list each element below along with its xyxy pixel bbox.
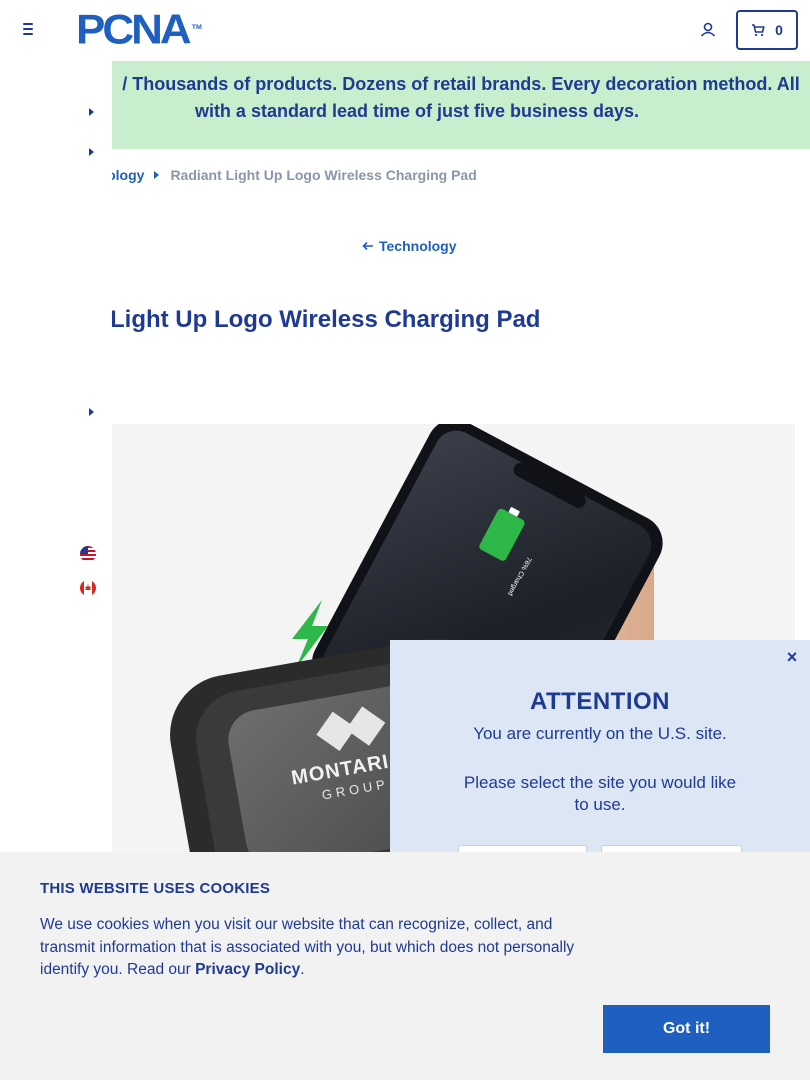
back-link-label: Technology [379, 238, 457, 254]
close-icon[interactable]: × [784, 648, 800, 666]
us-flag-icon[interactable] [80, 546, 96, 562]
page: 76% Charged MONTARI GROUP PCNA TM 0 / Th… [0, 0, 810, 1080]
canada-flag-icon[interactable] [80, 580, 96, 596]
cookie-suffix: . [300, 961, 305, 978]
cookie-title: THIS WEBSITE USES COOKIES [40, 880, 271, 897]
caret-right-icon[interactable] [88, 107, 96, 117]
site-header: PCNA TM 0 [0, 0, 810, 60]
breadcrumb-current: Radiant Light Up Logo Wireless Charging … [170, 167, 477, 183]
banner-line-2-text: with a standard lead time of just five b… [194, 101, 640, 121]
privacy-policy-link[interactable]: Privacy Policy [195, 961, 300, 978]
logo-text: PCNA [76, 6, 192, 53]
account-icon[interactable] [698, 20, 718, 40]
cookie-text: We use cookies when you visit our websit… [40, 914, 600, 982]
modal-current-site-text: You are currently on the U.S. site. [473, 724, 727, 743]
logo-trademark: TM [191, 24, 202, 31]
caret-right-icon[interactable] [88, 407, 96, 417]
banner-line-1: / Thousands of products. Dozens of retai… [122, 74, 800, 94]
site-select-modal: × ATTENTION You are currently on the U.S… [390, 640, 810, 885]
caret-right-icon[interactable] [88, 147, 96, 157]
breadcrumb: nnology Radiant Light Up Logo Wireless C… [90, 166, 477, 184]
banner-line-2: with a standard lead time of just five b… [112, 98, 810, 125]
cart-button[interactable]: 0 [736, 10, 798, 50]
cookie-banner: THIS WEBSITE USES COOKIES We use cookies… [0, 852, 810, 1080]
cart-count: 0 [775, 22, 783, 38]
modal-select-site-text: Please select the site you would like to… [463, 773, 737, 814]
promo-banner: / Thousands of products. Dozens of retai… [112, 61, 810, 149]
product-title: Light Up Logo Wireless Charging Pad [110, 306, 541, 333]
menu-icon[interactable] [18, 20, 38, 40]
back-to-category-link[interactable]: Technology [362, 238, 457, 254]
got-it-button[interactable]: Got it! [603, 1005, 770, 1053]
breadcrumb-caret-icon [154, 171, 160, 179]
cart-icon [752, 24, 765, 37]
pcna-logo[interactable]: PCNA TM [76, 9, 202, 51]
modal-title: ATTENTION [529, 688, 671, 715]
cookie-body: We use cookies when you visit our websit… [40, 916, 575, 978]
arrow-left-icon [362, 241, 373, 251]
